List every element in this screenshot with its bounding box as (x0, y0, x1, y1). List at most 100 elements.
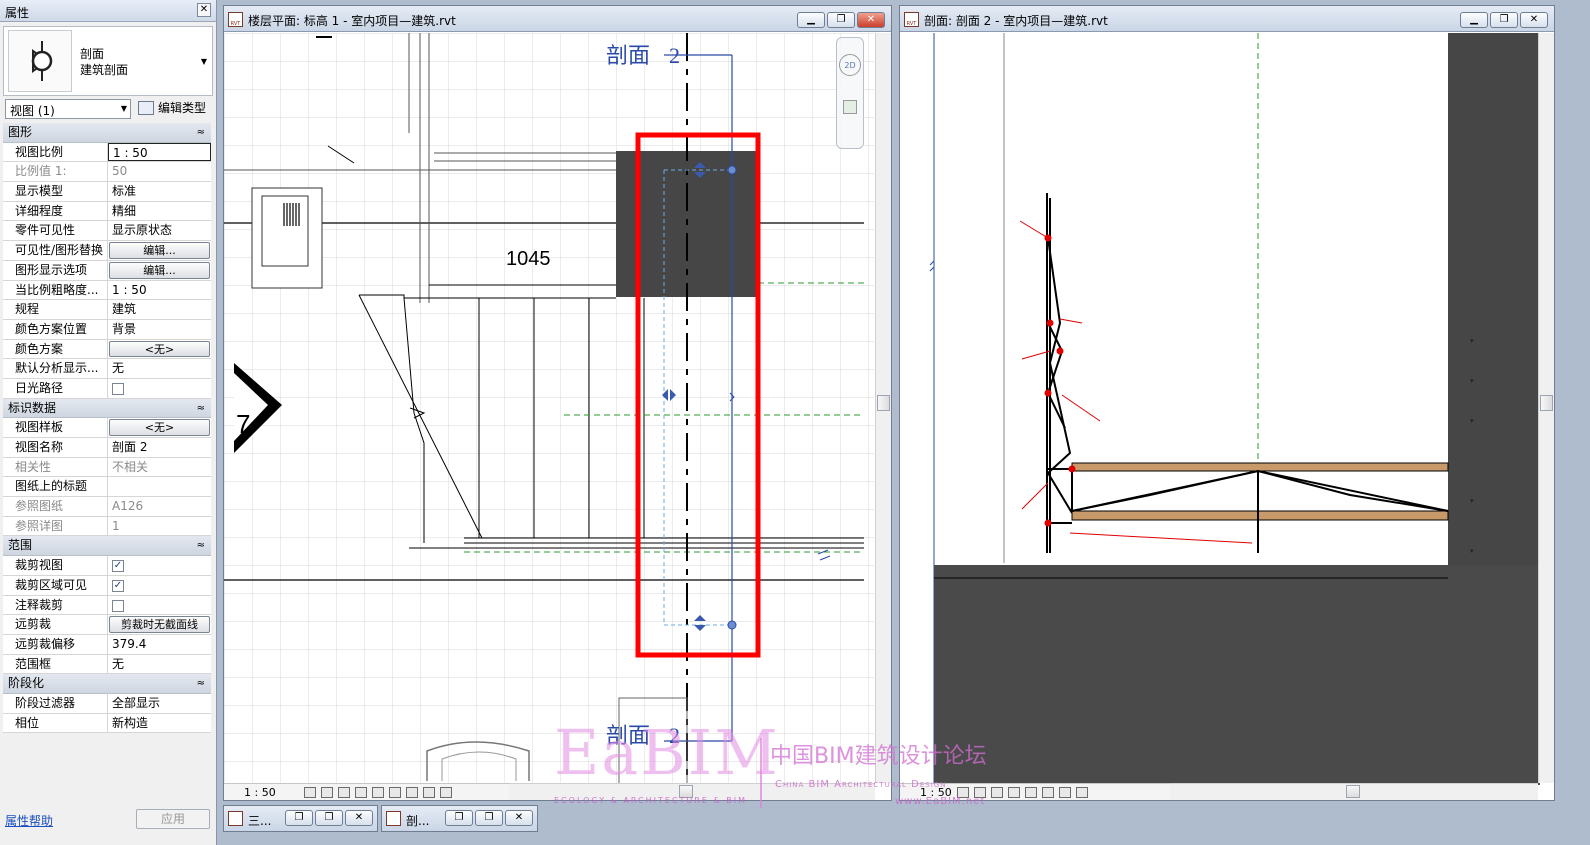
reveal-hidden-icon[interactable] (422, 786, 435, 798)
close-button[interactable]: ✕ (505, 810, 533, 826)
property-name: 参照详图 (3, 516, 108, 536)
properties-help-link[interactable]: 属性帮助 (5, 812, 53, 829)
maximize-button[interactable]: ❐ (475, 810, 503, 826)
collapse-icon[interactable]: ≈ (197, 674, 205, 693)
chevron-down-icon[interactable]: ▼ (201, 57, 207, 66)
property-value[interactable]: 建筑 (108, 300, 211, 319)
floor-plan-canvas[interactable]: 1045 剖面 2 剖面 2 7 2D (224, 33, 891, 800)
property-value[interactable]: <无> (108, 418, 211, 437)
dimension-text: 1045 (506, 248, 551, 270)
sun-path-icon[interactable] (990, 786, 1003, 798)
restore-button[interactable]: ❐ (445, 810, 473, 826)
property-checkbox[interactable] (112, 599, 124, 612)
property-value[interactable] (108, 477, 211, 496)
property-value[interactable] (108, 596, 211, 615)
temporary-hide-icon[interactable] (1058, 786, 1071, 798)
property-value[interactable]: 1 : 50 (108, 142, 211, 162)
properties-section-header[interactable]: 阶段化 ≈ (3, 674, 211, 694)
property-value[interactable]: ✓ (108, 576, 211, 595)
property-value[interactable]: 精细 (108, 202, 211, 221)
watermark-logo: EaBIM (554, 716, 780, 789)
property-row: 颜色方案 <无> (3, 339, 211, 360)
property-value[interactable]: 背景 (108, 320, 211, 339)
property-value[interactable]: 剖面 2 (108, 438, 211, 457)
collapse-icon[interactable]: ≈ (197, 536, 205, 555)
restore-button[interactable]: ❐ (285, 810, 313, 826)
apply-button[interactable]: 应用 (136, 809, 210, 829)
collapse-icon[interactable]: ≈ (197, 399, 205, 418)
collapse-icon[interactable]: ≈ (197, 123, 205, 142)
edit-type-button[interactable]: 编辑类型 (136, 99, 206, 119)
sun-path-icon[interactable] (337, 786, 350, 798)
visual-style-icon[interactable] (320, 786, 333, 798)
property-row: 裁剪区域可见 ✓ (3, 575, 211, 596)
shadows-icon[interactable] (1007, 786, 1020, 798)
close-icon[interactable]: ✕ (197, 3, 211, 17)
show-crop-icon[interactable] (388, 786, 401, 798)
show-crop-icon[interactable] (1041, 786, 1054, 798)
close-button[interactable]: ✕ (345, 810, 373, 826)
properties-section-header[interactable]: 标识数据 ≈ (3, 398, 211, 419)
property-edit-button[interactable]: 编辑... (109, 242, 210, 259)
property-value[interactable]: 显示原状态 (108, 221, 211, 240)
property-value[interactable]: <无> (108, 340, 211, 359)
section-horizontal-scrollbar[interactable] (1170, 783, 1538, 800)
plan-scale-label[interactable]: 1 : 50 (244, 786, 276, 799)
property-checkbox[interactable]: ✓ (112, 579, 124, 592)
close-button[interactable]: ✕ (1520, 12, 1548, 28)
shadows-icon[interactable] (354, 786, 367, 798)
instance-filter-select[interactable]: 视图 (1) ▼ (5, 99, 131, 119)
property-edit-button[interactable]: <无> (109, 419, 210, 436)
property-value[interactable]: 无 (108, 655, 211, 674)
property-row: 显示模型 标准 (3, 182, 211, 202)
analytical-model-icon[interactable] (439, 786, 452, 798)
property-name: 当比例粗略度... (3, 280, 108, 300)
minimize-button[interactable]: ▁ (797, 12, 825, 28)
restore-button[interactable]: ❐ (1490, 12, 1518, 28)
temporary-hide-icon[interactable] (405, 786, 418, 798)
crop-view-icon[interactable] (371, 786, 384, 798)
property-value[interactable]: ✓ (108, 556, 211, 575)
detail-level-icon[interactable] (303, 786, 316, 798)
property-value[interactable]: 1 : 50 (108, 281, 211, 300)
plan-vertical-scrollbar[interactable] (875, 33, 891, 783)
property-edit-button[interactable]: 剪裁时无截面线 (109, 616, 210, 633)
section-vertical-scrollbar[interactable] (1538, 33, 1554, 783)
navigation-bar[interactable]: 2D (836, 37, 864, 149)
property-row: 裁剪视图 ✓ (3, 556, 211, 576)
minimize-button[interactable]: ▁ (1460, 12, 1488, 28)
zoom-icon[interactable] (843, 100, 857, 114)
property-edit-button[interactable]: 编辑... (109, 261, 210, 279)
property-value[interactable]: 标准 (108, 182, 211, 201)
properties-section-header[interactable]: 图形 ≈ (3, 123, 211, 143)
rvt-file-icon: RVT (228, 12, 243, 27)
property-name: 规程 (3, 300, 108, 319)
property-value[interactable] (108, 379, 211, 398)
minimized-window-section[interactable]: 剖... ❐ ❐ ✕ (381, 805, 538, 832)
property-value[interactable]: 编辑... (108, 241, 211, 260)
properties-section-header[interactable]: 范围 ≈ (3, 536, 211, 557)
reveal-hidden-icon[interactable] (1075, 786, 1088, 798)
property-value[interactable]: 编辑... (108, 261, 211, 280)
property-checkbox[interactable]: ✓ (112, 560, 124, 573)
restore-button[interactable]: ❐ (827, 12, 855, 28)
property-value[interactable]: 无 (108, 359, 211, 378)
close-button[interactable]: ✕ (857, 12, 885, 28)
steering-wheel-icon[interactable]: 2D (839, 54, 861, 76)
property-edit-button[interactable]: <无> (109, 340, 210, 358)
maximize-button[interactable]: ❐ (315, 810, 343, 826)
property-value[interactable]: 379.4 (108, 635, 211, 654)
filter-value: 视图 (1) (10, 104, 55, 118)
property-value[interactable]: 剪裁时无截面线 (108, 615, 211, 634)
property-row: 当比例粗略度... 1 : 50 (3, 280, 211, 301)
crop-view-icon[interactable] (1024, 786, 1037, 798)
svg-text:▾: ▾ (1470, 337, 1474, 345)
property-value[interactable]: 新构造 (108, 714, 211, 733)
section-type-icon (8, 30, 72, 92)
watermark-url: www.EaBIM.net (895, 796, 986, 807)
type-selector[interactable]: 剖面 建筑剖面 ▼ (3, 26, 213, 96)
minimized-window-3d[interactable]: 三... ❐ ❐ ✕ (223, 805, 378, 832)
section-canvas[interactable]: ▾ ▾ ▾ ▾ ▾ (900, 33, 1554, 800)
property-value[interactable]: 全部显示 (108, 694, 211, 713)
property-checkbox[interactable] (112, 382, 124, 395)
